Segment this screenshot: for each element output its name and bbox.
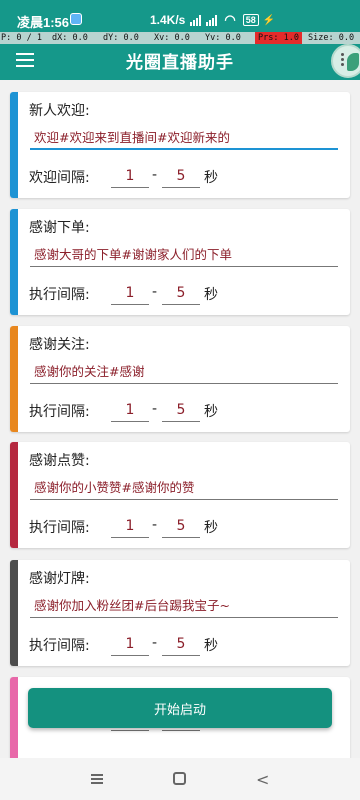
- interval-row: 执行间隔: - 秒: [29, 281, 339, 307]
- interval-min-input[interactable]: [111, 514, 149, 538]
- interval-label: 执行间隔:: [29, 638, 90, 654]
- pointer-count: P: 0 / 1: [1, 33, 42, 43]
- card-accent-stripe: [10, 560, 18, 666]
- range-dash: -: [152, 517, 158, 533]
- card-like-thanks: 感谢点赞: 执行间隔: - 秒: [10, 442, 350, 548]
- range-dash: -: [152, 167, 158, 183]
- follow-message-input[interactable]: [30, 356, 338, 384]
- network-speed: 1.4K/s: [150, 13, 186, 27]
- pointer-size: Size: 0.0: [308, 33, 355, 43]
- welcome-message-input[interactable]: [30, 122, 338, 150]
- card-title: 感谢灯牌:: [29, 571, 90, 587]
- interval-label: 执行间隔:: [29, 404, 90, 420]
- order-message-input[interactable]: [30, 239, 338, 267]
- screen: 凌晨1:56 1.4K/s ◠ 58 ⚡ P: 0 / 1 dX: 0.0 dY…: [0, 0, 360, 800]
- card-title: 感谢关注:: [29, 337, 90, 353]
- card-accent-stripe: [10, 677, 18, 758]
- card-title: 感谢下单:: [29, 220, 90, 236]
- status-indicators: 1.4K/s ◠ 58 ⚡: [150, 12, 275, 28]
- card-order-thanks: 感谢下单: 执行间隔: - 秒: [10, 209, 350, 315]
- card-accent-stripe: [10, 442, 18, 548]
- range-dash: -: [152, 401, 158, 417]
- pointer-location-bar: P: 0 / 1 dX: 0.0 dY: 0.0 Xv: 0.0 Yv: 0.0…: [0, 32, 360, 44]
- interval-row: 执行间隔: - 秒: [29, 632, 339, 658]
- interval-min-input[interactable]: [111, 281, 149, 305]
- pointer-pressure: Prs: 1.0: [255, 32, 302, 44]
- fan-badge-message-input[interactable]: [30, 590, 338, 618]
- range-dash: -: [152, 635, 158, 651]
- interval-row: 执行间隔: - 秒: [29, 398, 339, 424]
- unit-label: 秒: [204, 404, 218, 420]
- interval-max-input[interactable]: [162, 164, 200, 188]
- card-accent-stripe: [10, 326, 18, 432]
- pointer-dy: dY: 0.0: [103, 33, 139, 43]
- card-welcome: 新人欢迎: 欢迎间隔: - 秒: [10, 92, 350, 198]
- interval-max-input[interactable]: [162, 632, 200, 656]
- card-accent-stripe: [10, 92, 18, 198]
- back-icon[interactable]: <: [256, 770, 269, 789]
- status-bar: 凌晨1:56 1.4K/s ◠ 58 ⚡: [0, 0, 360, 32]
- pointer-xv: Xv: 0.0: [154, 33, 190, 43]
- interval-max-input[interactable]: [162, 281, 200, 305]
- card-follow-thanks: 感谢关注: 执行间隔: - 秒: [10, 326, 350, 432]
- status-time: 凌晨1:56: [17, 15, 70, 30]
- home-icon[interactable]: [173, 772, 186, 785]
- interval-min-input[interactable]: [111, 632, 149, 656]
- recent-apps-icon[interactable]: [91, 774, 103, 784]
- interval-label: 执行间隔:: [29, 520, 90, 536]
- page-title: 光圈直播助手: [126, 53, 234, 73]
- battery-icon: 58: [242, 14, 259, 26]
- start-button[interactable]: 开始启动: [28, 688, 332, 728]
- app-bar: 光圈直播助手: [0, 44, 360, 80]
- system-nav-bar: <: [0, 758, 360, 800]
- card-title: 感谢点赞:: [29, 453, 90, 469]
- interval-min-input[interactable]: [111, 164, 149, 188]
- unit-label: 秒: [204, 287, 218, 303]
- app-notification-icon: [70, 13, 82, 25]
- pointer-dx: dX: 0.0: [52, 33, 88, 43]
- signal-icon-2: [206, 14, 218, 26]
- interval-label: 执行间隔:: [29, 287, 90, 303]
- interval-label: 欢迎间隔:: [29, 170, 90, 186]
- like-message-input[interactable]: [30, 472, 338, 500]
- card-accent-stripe: [10, 209, 18, 315]
- unit-label: 秒: [204, 170, 218, 186]
- interval-max-input[interactable]: [162, 514, 200, 538]
- unit-label: 秒: [204, 638, 218, 654]
- wifi-icon: ◠: [224, 12, 236, 27]
- unit-label: 秒: [204, 520, 218, 536]
- interval-min-input[interactable]: [111, 398, 149, 422]
- card-fan-badge-thanks: 感谢灯牌: 执行间隔: - 秒: [10, 560, 350, 666]
- charging-icon: ⚡: [262, 14, 276, 26]
- leaf-icon: [347, 53, 359, 71]
- interval-row: 执行间隔: - 秒: [29, 514, 339, 540]
- pointer-yv: Yv: 0.0: [205, 33, 241, 43]
- card-title: 新人欢迎:: [29, 103, 90, 119]
- range-dash: -: [152, 284, 158, 300]
- settings-list[interactable]: 新人欢迎: 欢迎间隔: - 秒 感谢下单: 执行间隔: - 秒: [0, 80, 360, 758]
- interval-row: 欢迎间隔: - 秒: [29, 164, 339, 190]
- floating-assistant-icon[interactable]: [331, 44, 360, 78]
- interval-max-input[interactable]: [162, 398, 200, 422]
- signal-icon: [190, 14, 202, 26]
- more-dots-icon: [341, 53, 344, 68]
